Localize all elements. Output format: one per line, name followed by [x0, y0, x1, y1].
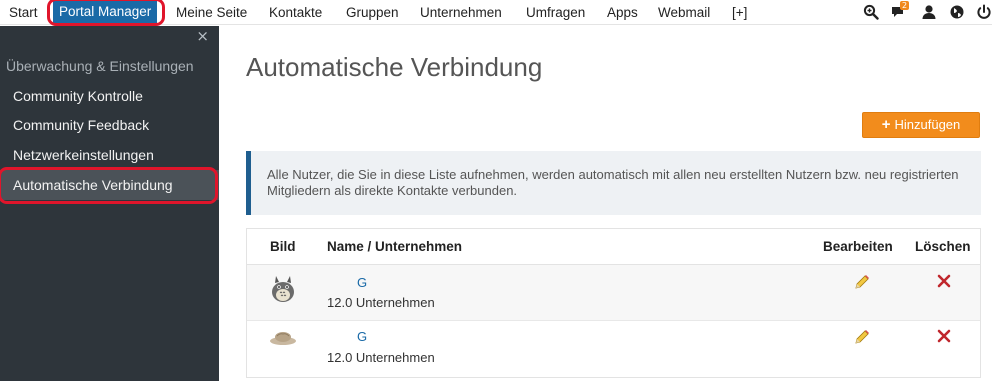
header-name-unternehmen: Name / Unternehmen	[327, 239, 463, 254]
nav-meine-seite[interactable]: Meine Seite	[176, 0, 247, 25]
nav-portal-manager[interactable]: Portal Manager	[53, 1, 158, 23]
contact-company: 12.0 Unternehmen	[327, 350, 435, 365]
edit-pencil-icon[interactable]	[853, 273, 871, 291]
table-row: G 12.0 Unternehmen	[247, 321, 980, 377]
power-icon[interactable]	[976, 4, 992, 20]
nav-start[interactable]: Start	[9, 0, 38, 25]
user-icon[interactable]	[921, 4, 937, 20]
sidebar-item-netzwerkeinstellungen[interactable]: Netzwerkeinstellungen	[0, 140, 219, 170]
contact-company: 12.0 Unternehmen	[327, 295, 435, 310]
sidebar: × Überwachung & Einstellungen Community …	[0, 26, 219, 381]
globe-icon[interactable]	[949, 4, 965, 20]
nav-unternehmen[interactable]: Unternehmen	[420, 0, 502, 25]
edit-pencil-icon[interactable]	[853, 328, 871, 346]
connections-table: Bild Name / Unternehmen Bearbeiten Lösch…	[246, 228, 981, 378]
top-navigation: Start Portal Manager Meine Seite Kontakt…	[0, 0, 992, 25]
info-box: Alle Nutzer, die Sie in diese Liste aufn…	[246, 151, 981, 215]
search-zoom-icon[interactable]	[863, 4, 879, 20]
nav-kontakte[interactable]: Kontakte	[269, 0, 322, 25]
table-row: G 12.0 Unternehmen	[247, 265, 980, 321]
nav-more[interactable]: [+]	[732, 0, 747, 25]
notification-badge: 2	[900, 1, 910, 10]
nav-apps[interactable]: Apps	[607, 0, 638, 25]
add-button-label: Hinzufügen	[894, 117, 961, 132]
header-bearbeiten: Bearbeiten	[823, 239, 893, 254]
add-button[interactable]: + Hinzufügen	[862, 112, 980, 138]
table-header: Bild Name / Unternehmen Bearbeiten Lösch…	[247, 229, 980, 265]
contact-name-link[interactable]: G	[357, 275, 367, 290]
header-bild: Bild	[270, 239, 296, 254]
delete-x-icon[interactable]	[937, 329, 951, 343]
plus-icon: +	[881, 116, 891, 133]
header-loeschen: Löschen	[915, 239, 971, 254]
nav-gruppen[interactable]: Gruppen	[346, 0, 399, 25]
close-icon[interactable]: ×	[196, 28, 209, 44]
chat-bubble-icon[interactable]: 2	[891, 1, 910, 20]
contact-name-link[interactable]: G	[357, 329, 367, 344]
sidebar-item-automatische-verbindung[interactable]: Automatische Verbindung	[0, 170, 219, 200]
sidebar-item-community-feedback[interactable]: Community Feedback	[0, 110, 219, 140]
sidebar-section-title: Überwachung & Einstellungen	[6, 58, 194, 74]
hat-avatar	[268, 327, 298, 357]
nav-webmail[interactable]: Webmail	[658, 0, 710, 25]
sidebar-item-community-kontrolle[interactable]: Community Kontrolle	[0, 81, 219, 111]
page-title: Automatische Verbindung	[246, 52, 543, 82]
nav-umfragen[interactable]: Umfragen	[526, 0, 585, 25]
delete-x-icon[interactable]	[937, 274, 951, 288]
info-text: Alle Nutzer, die Sie in diese Liste aufn…	[267, 167, 959, 198]
totoro-avatar	[268, 273, 298, 303]
